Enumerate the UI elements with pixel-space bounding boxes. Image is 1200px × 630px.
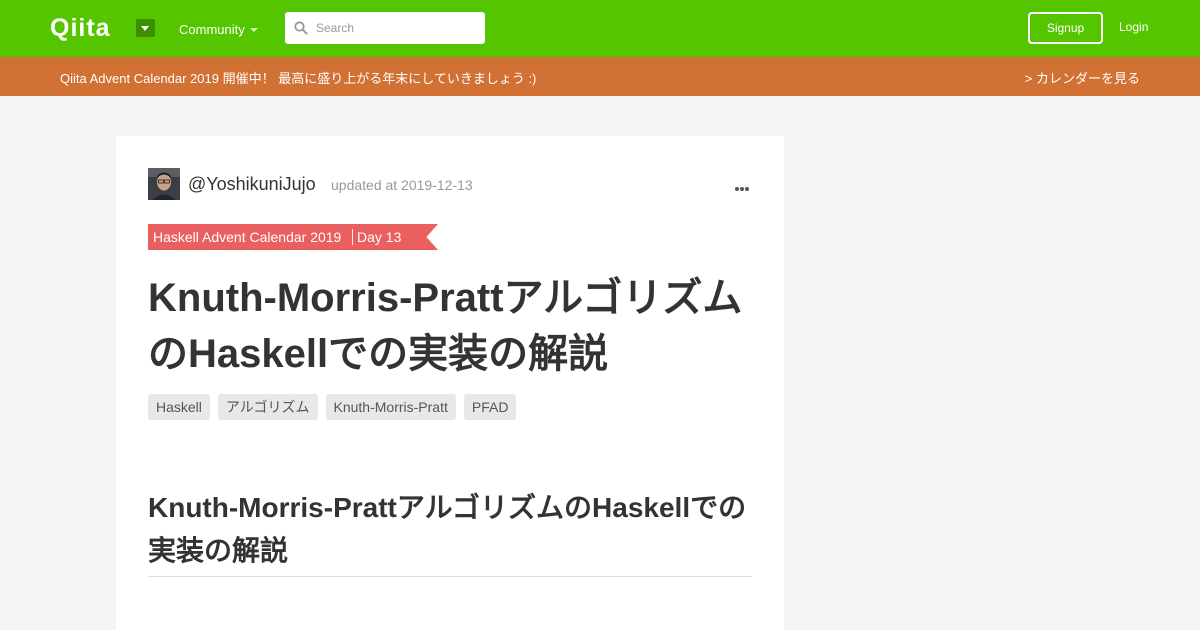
article-card: @YoshikuniJujo updated at 2019-12-13 Has… — [116, 136, 784, 630]
logo-menu-caret-icon[interactable] — [136, 19, 155, 37]
qiita-logo[interactable]: Qiita — [50, 14, 111, 43]
tag-algorithm[interactable]: アルゴリズム — [217, 394, 318, 420]
banner-text: Qiita Advent Calendar 2019 開催中！ 最高に盛り上がる… — [60, 71, 537, 86]
ribbon-divider — [352, 229, 353, 245]
login-link[interactable]: Login — [1119, 20, 1148, 34]
tag-haskell[interactable]: Haskell — [148, 394, 210, 420]
more-icon[interactable] — [735, 178, 753, 191]
avatar[interactable] — [148, 168, 180, 200]
calendar-link[interactable]: > カレンダーを見る — [1025, 68, 1140, 87]
article-title: Knuth-Morris-PrattアルゴリズムのHaskellでの実装の解説 — [148, 276, 743, 376]
signup-button[interactable]: Signup — [1028, 12, 1103, 44]
search-input[interactable] — [285, 12, 485, 44]
top-navbar: Qiita Community Signup Login — [0, 0, 1200, 57]
ribbon-calendar-name: Haskell Advent Calendar 2019 — [153, 229, 342, 245]
tag-kmp[interactable]: Knuth-Morris-Pratt — [325, 394, 456, 420]
tag-pfad[interactable]: PFAD — [463, 394, 517, 420]
tag-list: Haskell アルゴリズム Knuth-Morris-Pratt PFAD — [148, 394, 517, 420]
section-heading: Knuth-Morris-PrattアルゴリズムのHaskellでの実装の解説 — [148, 492, 747, 566]
heading-divider — [148, 576, 752, 577]
advent-calendar-banner: Qiita Advent Calendar 2019 開催中！ 最高に盛り上がる… — [0, 57, 1200, 96]
advent-calendar-ribbon[interactable]: Haskell Advent Calendar 2019 Day 13 — [148, 224, 438, 250]
updated-date: updated at 2019-12-13 — [331, 177, 473, 193]
author-username[interactable]: @YoshikuniJujo — [188, 174, 316, 195]
ribbon-day: Day 13 — [357, 229, 402, 245]
community-caret-icon[interactable] — [250, 28, 258, 32]
community-menu[interactable]: Community — [179, 22, 245, 37]
search-icon — [294, 21, 308, 35]
